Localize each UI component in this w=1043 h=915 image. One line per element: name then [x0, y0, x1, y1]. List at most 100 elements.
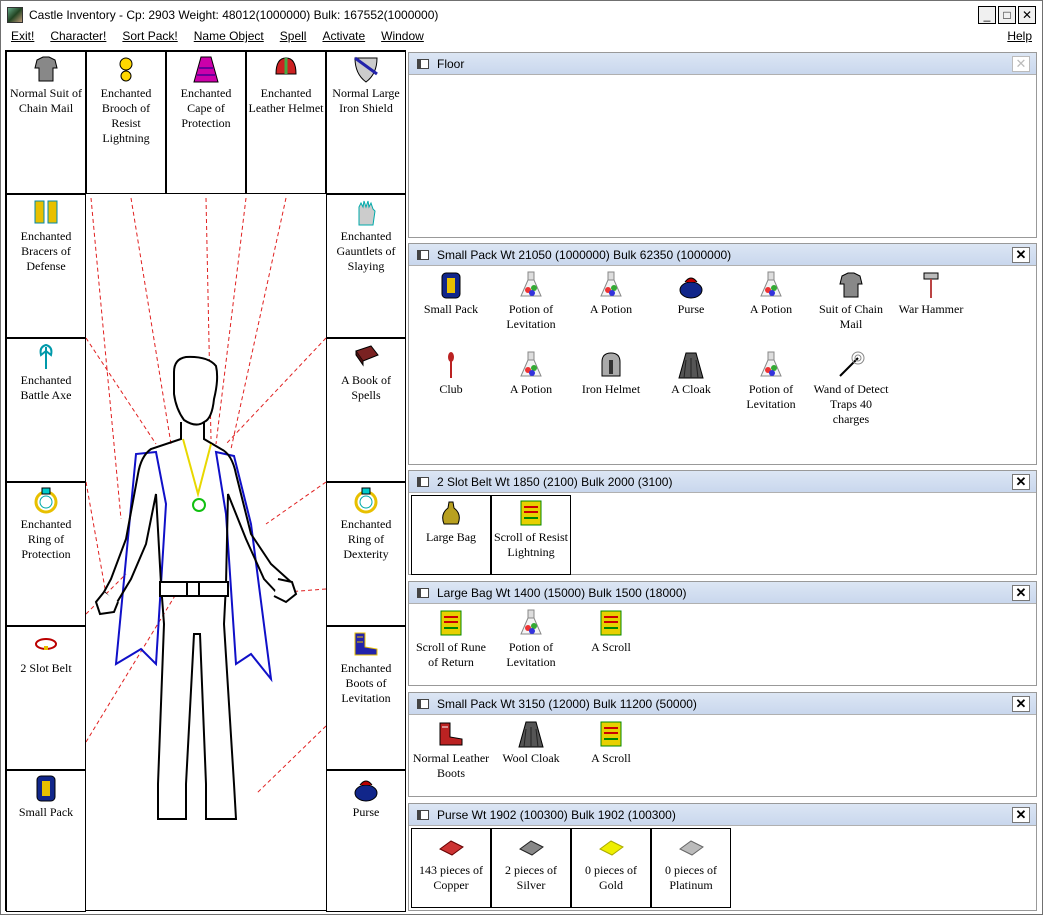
belt-buckle — [186, 581, 200, 597]
slot-hands[interactable]: Enchanted Gauntlets of Slaying — [326, 194, 406, 338]
item-label: Iron Helmet — [581, 382, 641, 396]
inventory-item[interactable]: A Scroll — [571, 606, 651, 686]
inventory-item[interactable]: A Cloak — [651, 348, 731, 428]
item-label: Small Pack — [423, 302, 479, 316]
item-label: A Potion — [509, 382, 553, 396]
panel-menu-icon[interactable] — [417, 587, 429, 598]
coin-slot-platinum[interactable]: 0 pieces of Platinum — [651, 828, 731, 908]
menu-sort-pack[interactable]: Sort Pack! — [112, 29, 183, 47]
slot-body-armor[interactable]: Normal Suit of Chain Mail — [6, 51, 86, 194]
slot-right-hand[interactable]: A Book of Spells — [326, 338, 406, 482]
potion-icon — [760, 271, 782, 297]
amulet — [192, 498, 206, 512]
panel-close-button[interactable]: ✕ — [1012, 584, 1030, 601]
slot-head[interactable]: Enchanted Leather Helmet — [246, 51, 326, 194]
slot-left-ring[interactable]: Enchanted Ring of Protection — [6, 482, 86, 626]
chain-mail-icon — [839, 272, 863, 298]
panel-menu-icon[interactable] — [417, 698, 429, 709]
panel-title: 2 Slot Belt Wt 1850 (2100) Bulk 2000 (31… — [437, 474, 673, 489]
coins-silver-icon — [519, 840, 544, 856]
inventory-item[interactable]: A Scroll — [571, 717, 651, 797]
inventory-item[interactable]: A Potion — [731, 268, 811, 348]
inventory-item[interactable]: Suit of Chain Mail — [811, 268, 891, 348]
boots-icon — [354, 632, 378, 656]
slot-guide-lines — [86, 197, 326, 795]
belt-slot[interactable]: Large Bag — [411, 495, 491, 575]
item-label: Large Bag — [425, 530, 477, 544]
slot-back[interactable]: Small Pack — [6, 770, 86, 912]
slot-label: Enchanted Battle Axe — [20, 373, 72, 402]
slot-label: Normal Suit of Chain Mail — [10, 86, 82, 115]
wand-icon — [839, 351, 865, 377]
menu-activate[interactable]: Activate — [312, 29, 371, 47]
inventory-item[interactable]: War Hammer — [891, 268, 971, 348]
slot-label: Purse — [352, 805, 380, 819]
menu-character[interactable]: Character! — [40, 29, 112, 47]
menu-spell[interactable]: Spell — [270, 29, 313, 47]
item-label: 2 pieces of Silver — [505, 863, 557, 892]
coins-gold-icon — [599, 840, 624, 856]
inventory-item[interactable]: Normal Leather Boots — [411, 717, 491, 797]
slot-label: 2 Slot Belt — [20, 661, 72, 675]
panel-menu-icon[interactable] — [417, 476, 429, 487]
inventory-item[interactable]: Purse — [651, 268, 731, 348]
maximize-button[interactable]: □ — [998, 6, 1016, 24]
menu-name-object[interactable]: Name Object — [184, 29, 270, 47]
boots-icon — [439, 722, 463, 746]
panel-close-button[interactable]: ✕ — [1012, 695, 1030, 712]
slot-shield[interactable]: Normal Large Iron Shield — [326, 51, 406, 194]
belt-slot[interactable]: Scroll of Resist Lightning — [491, 495, 571, 575]
inventory-item[interactable]: Potion of Levitation — [491, 606, 571, 686]
minimize-button[interactable]: _ — [978, 6, 996, 24]
coin-slot-copper[interactable]: 143 pieces of Copper — [411, 828, 491, 908]
item-label: War Hammer — [898, 302, 964, 316]
inventory-item[interactable]: Scroll of Rune of Return — [411, 606, 491, 686]
slot-right-ring[interactable]: Enchanted Ring of Dexterity — [326, 482, 406, 626]
inventory-item[interactable]: Iron Helmet — [571, 348, 651, 428]
panel-menu-icon[interactable] — [417, 809, 429, 820]
coin-slot-gold[interactable]: 0 pieces of Gold — [571, 828, 651, 908]
inventory-item[interactable]: A Potion — [571, 268, 651, 348]
belt-panel: 2 Slot Belt Wt 1850 (2100) Bulk 2000 (31… — [408, 470, 1037, 575]
pack-icon — [441, 272, 461, 299]
item-label: Potion of Levitation — [746, 382, 796, 411]
cape-right — [214, 450, 273, 683]
inventory-item[interactable]: Wool Cloak — [491, 717, 571, 797]
menu-help[interactable]: Help — [1007, 29, 1032, 44]
inventory-item[interactable]: A Potion — [491, 348, 571, 428]
inventory-item[interactable]: Wand of Detect Traps 40 charges — [811, 348, 891, 428]
inventory-item[interactable]: Potion of Levitation — [731, 348, 811, 428]
inventory-item[interactable]: Potion of Levitation — [491, 268, 571, 348]
slot-left-hand[interactable]: Enchanted Battle Axe — [6, 338, 86, 482]
panel-title: Purse Wt 1902 (100300) Bulk 1902 (100300… — [437, 807, 676, 822]
item-label: Purse — [677, 302, 705, 316]
battle-axe-icon — [39, 343, 53, 369]
panel-close-button[interactable]: ✕ — [1012, 473, 1030, 490]
slot-feet[interactable]: Enchanted Boots of Levitation — [326, 626, 406, 770]
inventory-item[interactable]: Club — [411, 348, 491, 428]
item-label: Potion of Levitation — [506, 302, 556, 331]
panel-close-button[interactable]: ✕ — [1012, 806, 1030, 823]
slot-cloak[interactable]: Enchanted Cape of Protection — [166, 51, 246, 194]
right-hand — [273, 578, 298, 604]
ring-icon — [34, 487, 58, 514]
slot-arms[interactable]: Enchanted Bracers of Defense — [6, 194, 86, 338]
slot-neck[interactable]: Enchanted Brooch of Resist Lightning — [86, 51, 166, 194]
large-bag-panel: Large Bag Wt 1400 (15000) Bulk 1500 (180… — [408, 581, 1037, 686]
close-window-button[interactable]: ✕ — [1018, 6, 1036, 24]
item-label: 0 pieces of Gold — [585, 863, 637, 892]
panel-close-button[interactable]: ✕ — [1012, 246, 1030, 263]
menu-window[interactable]: Window — [371, 29, 430, 47]
slot-purse[interactable]: Purse — [326, 770, 406, 912]
panel-menu-icon[interactable] — [417, 58, 429, 69]
panel-menu-icon[interactable] — [417, 249, 429, 260]
menu-exit[interactable]: Exit! — [1, 29, 40, 47]
slot-label: Enchanted Ring of Dexterity — [340, 517, 392, 561]
potion-icon — [760, 351, 782, 377]
coin-slot-silver[interactable]: 2 pieces of Silver — [491, 828, 571, 908]
item-label: A Potion — [589, 302, 633, 316]
scroll-icon — [440, 610, 462, 636]
slot-waist[interactable]: 2 Slot Belt — [6, 626, 86, 770]
title-bar[interactable]: Castle Inventory - Cp: 2903 Weight: 4801… — [1, 1, 1042, 29]
inventory-item[interactable]: Small Pack — [411, 268, 491, 348]
